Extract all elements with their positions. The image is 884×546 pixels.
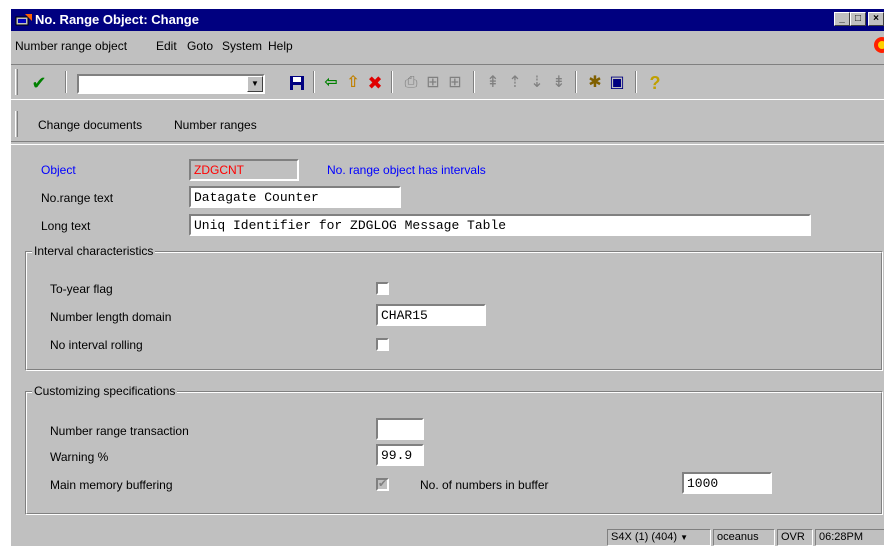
status-system-text: S4X (1) (404) — [611, 531, 678, 543]
long-text-label: Long text — [41, 219, 91, 233]
command-field[interactable]: ▼ — [77, 74, 265, 94]
standard-toolbar: ✔ ▼ ⇦ ⇧ ✖ ⎙ ⊞ ⊞ ⇞ ⇡ ⇣ ⇟ ✱ ▣ ? — [11, 64, 884, 100]
menu-help[interactable]: Help — [268, 39, 293, 53]
sap-logo-icon — [874, 37, 884, 53]
menu-goto[interactable]: Goto — [187, 39, 213, 53]
interval-characteristics-title: Interval characteristics — [32, 244, 156, 258]
customizing-specifications-title: Customizing specifications — [32, 384, 178, 398]
enter-icon[interactable]: ✔ — [29, 73, 49, 93]
title-bar: No. Range Object: Change _ □ × — [11, 9, 884, 31]
shortcut-icon[interactable]: ▣ — [607, 73, 627, 93]
help-icon[interactable]: ? — [645, 73, 665, 93]
status-server: oceanus — [713, 529, 775, 546]
no-interval-rolling-label: No interval rolling — [50, 338, 143, 352]
toolbar-separator — [575, 71, 577, 93]
application-toolbar: Change documents Number ranges — [11, 106, 884, 142]
toolbar-grip — [15, 69, 18, 95]
main-memory-buffering-checkbox[interactable]: ✔ — [376, 478, 389, 491]
to-year-flag-label: To-year flag — [50, 282, 113, 296]
back-icon[interactable]: ⇦ — [321, 73, 341, 93]
sap-window: No. Range Object: Change _ □ × Number ra… — [10, 8, 884, 546]
long-text-field[interactable]: Uniq Identifier for ZDGLOG Message Table — [189, 214, 811, 236]
print-icon[interactable]: ⎙ — [401, 73, 421, 93]
warning-percent-field[interactable]: 99.9 — [376, 444, 424, 466]
main-content: Object ZDGCNT No. range object has inter… — [11, 144, 884, 524]
number-range-transaction-label: Number range transaction — [50, 424, 189, 438]
checkmark-icon: ✔ — [378, 478, 388, 490]
chevron-down-icon[interactable]: ▼ — [247, 76, 263, 92]
customizing-specifications-group: Customizing specifications Number range … — [25, 384, 883, 515]
buffer-count-label: No. of numbers in buffer — [420, 478, 549, 492]
number-length-domain-field[interactable]: CHAR15 — [376, 304, 486, 326]
sap-window-icon — [15, 14, 32, 26]
interval-characteristics-group: Interval characteristics To-year flag Nu… — [25, 244, 883, 371]
toolbar-separator — [635, 71, 637, 93]
minimize-button[interactable]: _ — [834, 12, 850, 26]
status-mode[interactable]: OVR — [777, 529, 813, 546]
maximize-button[interactable]: □ — [850, 12, 866, 26]
menu-system[interactable]: System — [222, 39, 262, 53]
menu-number-range-object[interactable]: Number range object — [15, 39, 127, 53]
save-icon[interactable] — [287, 73, 307, 93]
last-page-icon[interactable]: ⇟ — [549, 73, 569, 93]
create-session-icon[interactable]: ✱ — [585, 73, 605, 93]
warning-percent-label: Warning % — [50, 450, 109, 464]
toolbar-separator — [313, 71, 315, 93]
number-ranges-button[interactable]: Number ranges — [174, 118, 257, 132]
toolbar-grip — [15, 111, 18, 137]
object-label: Object — [41, 163, 76, 177]
toolbar-separator — [473, 71, 475, 93]
to-year-flag-checkbox[interactable] — [376, 282, 389, 295]
no-interval-rolling-checkbox[interactable] — [376, 338, 389, 351]
first-page-icon[interactable]: ⇞ — [483, 73, 503, 93]
range-text-label: No.range text — [41, 191, 114, 205]
cancel-icon[interactable]: ✖ — [365, 73, 385, 93]
status-time: 06:28PM — [815, 529, 884, 546]
range-text-field[interactable]: Datagate Counter — [189, 186, 401, 208]
change-documents-button[interactable]: Change documents — [38, 118, 142, 132]
menu-bar: Number range object Edit Goto System Hel… — [11, 35, 884, 57]
main-memory-buffering-label: Main memory buffering — [50, 478, 173, 492]
number-range-transaction-field[interactable] — [376, 418, 424, 440]
find-next-icon[interactable]: ⊞ — [445, 73, 465, 93]
chevron-down-icon[interactable]: ▼ — [680, 533, 688, 542]
object-field: ZDGCNT — [189, 159, 299, 181]
toolbar-separator — [391, 71, 393, 93]
next-page-icon[interactable]: ⇣ — [527, 73, 547, 93]
status-bar: S4X (1) (404) ▼ oceanus OVR 06:28PM — [11, 527, 884, 546]
window-title: No. Range Object: Change — [35, 12, 199, 27]
status-system[interactable]: S4X (1) (404) ▼ — [607, 529, 711, 546]
number-length-domain-label: Number length domain — [50, 310, 172, 324]
find-icon[interactable]: ⊞ — [423, 73, 443, 93]
exit-icon[interactable]: ⇧ — [343, 73, 363, 93]
buffer-count-field[interactable]: 1000 — [682, 472, 772, 494]
menu-edit[interactable]: Edit — [156, 39, 177, 53]
toolbar-separator — [65, 71, 67, 93]
previous-page-icon[interactable]: ⇡ — [505, 73, 525, 93]
close-button[interactable]: × — [868, 12, 884, 26]
object-note: No. range object has intervals — [327, 163, 486, 177]
